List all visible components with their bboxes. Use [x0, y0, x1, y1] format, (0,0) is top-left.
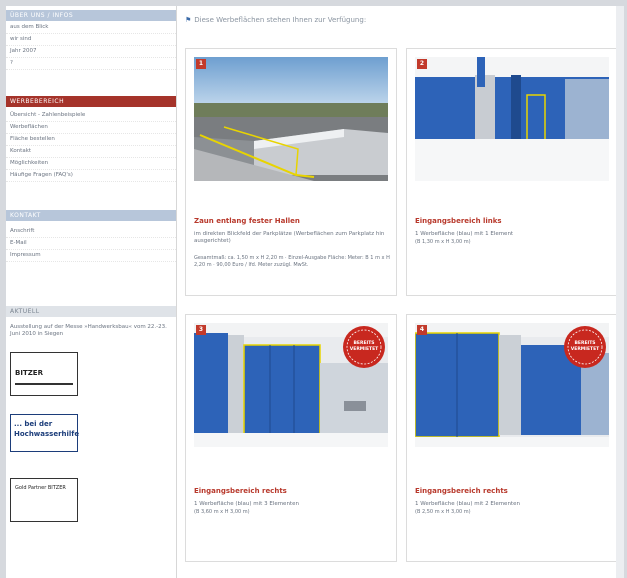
card-description: im direkten Blickfeld der Parkplätze (We… [194, 231, 385, 244]
sidebar-section-kontakt: KONTAKT [6, 210, 176, 221]
main-content: ⚑ Diese Werbeflächen stehen Ihnen zur Ver… [177, 6, 624, 578]
card-number: 3 [196, 325, 206, 335]
logo-text: BITZER [15, 369, 43, 377]
rented-badge: BEREITS VERMIETET [342, 325, 386, 369]
badge-text: BEREITS VERMIETET [349, 341, 379, 352]
sidebar-nav-about: aus dem Blick wir sind Jahr 2007 ? [6, 22, 176, 70]
sidebar-item[interactable]: Möglichkeiten [6, 158, 176, 170]
ad-card-2[interactable]: 2 Eingangsbereich links 1 Werbefläche (b… [406, 48, 618, 296]
sidebar-item[interactable]: Werbeflächen [6, 122, 176, 134]
sidebar-item[interactable]: ? [6, 58, 176, 70]
sidebar-item[interactable]: Impressum [6, 250, 176, 262]
ad-image-entrance-right-4[interactable]: 4 BEREITS VERMIETET [415, 323, 609, 447]
card-title[interactable]: Zaun entlang fester Hallen [194, 217, 300, 225]
hochwasserhilfe-logo[interactable]: ... bei der Hochwasserhilfe [10, 414, 80, 452]
page-heading: ⚑ Diese Werbeflächen stehen Ihnen zur Ver… [185, 16, 367, 24]
sidebar-item[interactable]: aus dem Blick [6, 22, 176, 34]
sidebar-section-werbebereich: WERBEBEREICH [6, 96, 176, 107]
sidebar-section-about: ÜBER UNS / INFOS [6, 10, 176, 21]
ad-card-3[interactable]: 3 BEREITS VERMIETET Eingangsbereich rech… [185, 314, 397, 562]
sidebar-item[interactable]: Fläche bestellen [6, 134, 176, 146]
card-number: 1 [196, 59, 206, 69]
logo-rule [15, 383, 73, 385]
sidebar-item[interactable]: Kontakt [6, 146, 176, 158]
entrance-left-photo [415, 57, 609, 181]
card-number: 2 [417, 59, 427, 69]
card-title[interactable]: Eingangsbereich links [415, 217, 502, 225]
browser-window: ÜBER UNS / INFOS aus dem Blick wir sind … [6, 6, 624, 578]
vertical-scrollbar[interactable] [616, 6, 624, 578]
logo-text: Gold Partner BITZER [15, 485, 66, 491]
logo-text: ... bei der Hochwasserhilfe [14, 420, 80, 438]
bitzer-logo[interactable]: BITZER [10, 352, 78, 396]
card-description: 1 Werbefläche (blau) mit 2 Elementen [415, 501, 520, 507]
sidebar-item[interactable]: Häufige Fragen (FAQ's) [6, 170, 176, 182]
sidebar: ÜBER UNS / INFOS aus dem Blick wir sind … [6, 6, 177, 578]
card-description: 1 Werbefläche (blau) mit 3 Elementen [194, 501, 299, 507]
sidebar-item[interactable]: Anschrift [6, 226, 176, 238]
sidebar-item[interactable]: wir sind [6, 34, 176, 46]
ad-image-entrance-left[interactable]: 2 [415, 57, 609, 181]
gold-partner-logo[interactable]: Gold Partner BITZER [10, 478, 78, 522]
news-text: Ausstellung auf der Messe »Handwerksbau«… [10, 324, 167, 337]
card-specs: (B 1,30 m x H 3,00 m) [415, 239, 471, 245]
fence-photo [194, 57, 388, 181]
sidebar-item[interactable]: E-Mail [6, 238, 176, 250]
ad-card-4[interactable]: 4 BEREITS VERMIETET Eingangsbereich rech… [406, 314, 618, 562]
ad-image-entrance-right-3[interactable]: 3 BEREITS VERMIETET [194, 323, 388, 447]
card-title[interactable]: Eingangsbereich rechts [194, 487, 287, 495]
sidebar-section-aktuell: AKTUELL [6, 306, 176, 317]
card-number: 4 [417, 325, 427, 335]
card-specs: (B 3,60 m x H 3,00 m) [194, 509, 250, 515]
ad-image-fence[interactable]: 1 [194, 57, 388, 181]
ad-card-1[interactable]: 1 Zaun entlang fester Hallen im direkten… [185, 48, 397, 296]
sidebar-item[interactable]: Übersicht - Zahlenbeispiele [6, 110, 176, 122]
badge-text: BEREITS VERMIETET [570, 341, 600, 352]
card-specs: Gesamtmaß: ca. 1,50 m x H 2,20 m · Einze… [194, 255, 390, 268]
card-specs: (B 2,50 m x H 3,00 m) [415, 509, 471, 515]
sidebar-nav-kontakt: Anschrift E-Mail Impressum [6, 226, 176, 262]
sidebar-item[interactable]: Jahr 2007 [6, 46, 176, 58]
card-description: 1 Werbefläche (blau) mit 1 Element [415, 231, 514, 237]
info-icon: ⚑ [185, 16, 192, 24]
card-title[interactable]: Eingangsbereich rechts [415, 487, 508, 495]
sidebar-nav-werbebereich: Übersicht - Zahlenbeispiele Werbeflächen… [6, 110, 176, 182]
rented-badge: BEREITS VERMIETET [563, 325, 607, 369]
